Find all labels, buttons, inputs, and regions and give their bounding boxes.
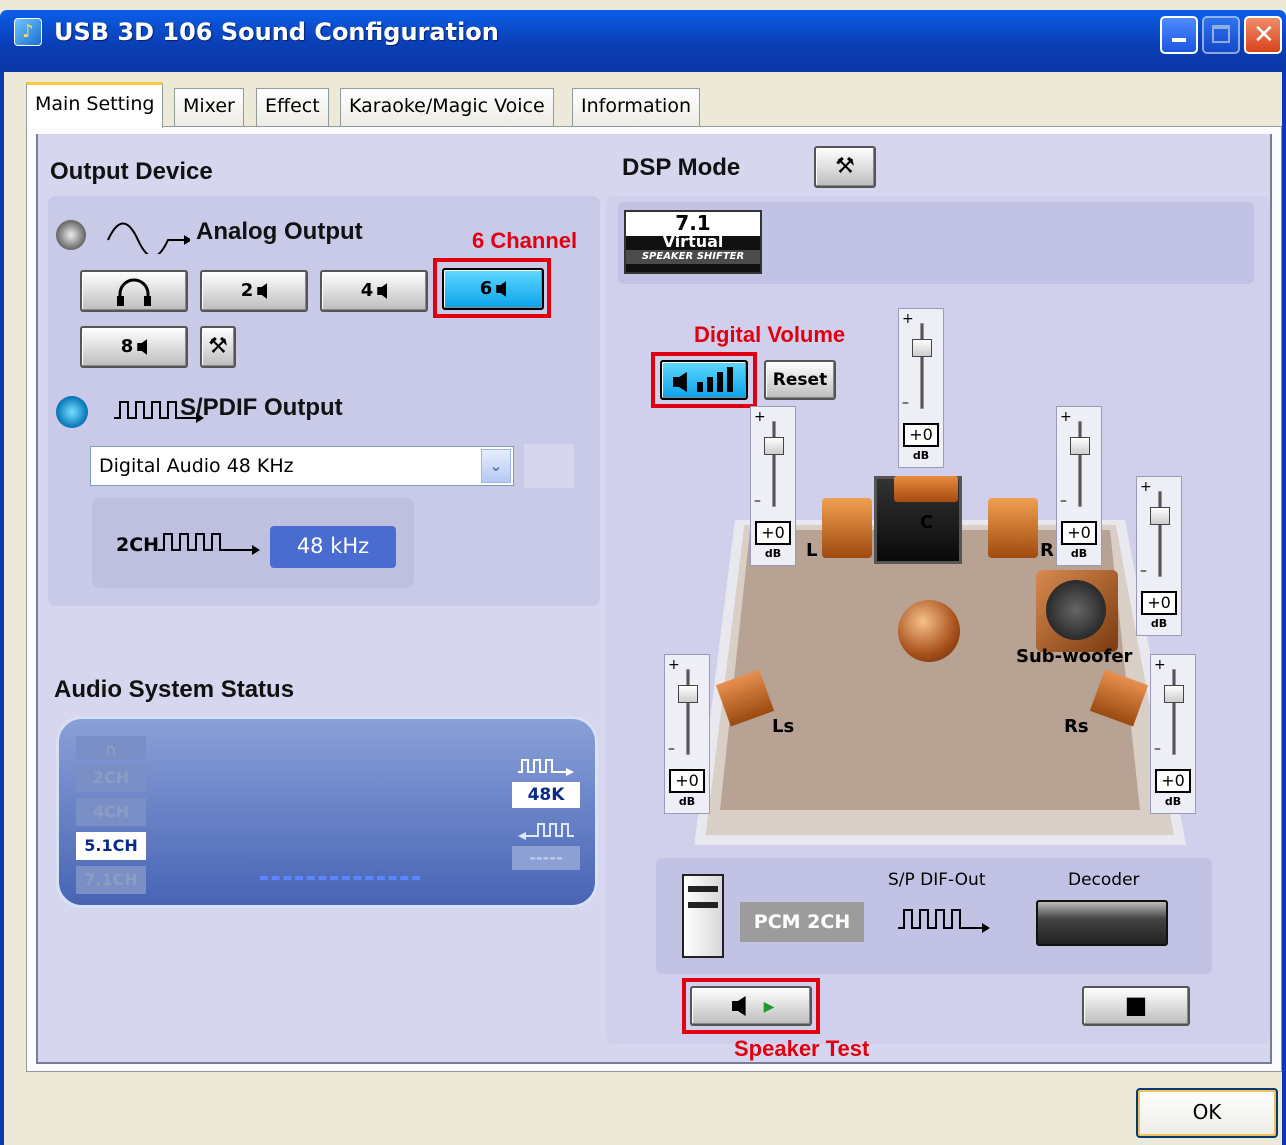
slider-thumb[interactable] — [912, 339, 932, 357]
center-volume-slider[interactable]: + – +0 dB — [898, 308, 944, 468]
speaker-label-sub: Sub-woofer — [1016, 646, 1133, 667]
stop-button[interactable]: ■ — [1082, 986, 1190, 1026]
speaker-label-l: L — [806, 540, 818, 561]
output-device-heading: Output Device — [50, 158, 213, 185]
badge-virtual: Virtual — [662, 232, 724, 251]
badge-shifter: SPEAKER SHIFTER — [626, 250, 760, 264]
close-button[interactable]: ✕ — [1244, 16, 1282, 54]
pc-tower-icon — [682, 874, 724, 958]
headphone-button[interactable] — [80, 270, 188, 312]
badge-number: 7.1 — [675, 211, 711, 235]
spdif-out-label: S/P DIF-Out — [888, 870, 986, 890]
speaker-icon — [56, 220, 86, 250]
analog-wave-icon — [107, 222, 190, 254]
reset-button[interactable]: Reset — [764, 360, 836, 400]
left-surround-volume-slider[interactable]: + – +0 dB — [664, 654, 710, 814]
tab-karaoke[interactable]: Karaoke/Magic Voice — [340, 88, 554, 126]
audio-status-heading: Audio System Status — [54, 676, 295, 703]
status-2ch: 2CH — [76, 764, 146, 792]
speaker-label-ls: Ls — [772, 716, 795, 737]
speaker-icon — [672, 372, 687, 392]
4-channel-button[interactable]: 4 — [320, 270, 428, 312]
tab-mixer[interactable]: Mixer — [174, 88, 244, 126]
status-input-rate: ----- — [512, 846, 580, 870]
right-surround-volume-slider[interactable]: + – +0 dB — [1150, 654, 1196, 814]
spdif-output-label: S/PDIF Output — [180, 394, 343, 421]
slider-thumb[interactable] — [1164, 685, 1184, 703]
six-channel-annotation: 6 Channel — [472, 228, 578, 253]
speaker-icon — [496, 281, 507, 297]
left-speaker-icon — [822, 498, 872, 558]
status-rate: 48K — [512, 782, 580, 808]
spdif-format-value: Digital Audio 48 KHz — [99, 455, 294, 477]
tab-effect[interactable]: Effect — [256, 88, 329, 126]
hammer-settings-button[interactable]: ⚒ — [200, 326, 236, 368]
speaker-test-annotation: Speaker Test — [734, 1036, 870, 1061]
digital-volume-annotation: Digital Volume — [694, 322, 846, 347]
slider-thumb[interactable] — [764, 437, 784, 455]
speaker-icon — [377, 283, 388, 299]
right-volume-slider[interactable]: + – +0 dB — [1056, 406, 1102, 566]
maximize-button[interactable] — [1202, 16, 1240, 54]
output-wave-icon — [518, 759, 574, 776]
minimize-button[interactable] — [1160, 16, 1198, 54]
slider-thumb[interactable] — [678, 685, 698, 703]
analog-output-label: Analog Output — [196, 218, 363, 245]
subwoofer-volume-slider[interactable]: + – +0 dB — [1136, 476, 1182, 636]
slider-thumb[interactable] — [1150, 507, 1170, 525]
tab-information[interactable]: Information — [572, 88, 700, 126]
ok-button[interactable]: OK — [1136, 1088, 1278, 1138]
center-speaker-icon — [894, 476, 958, 502]
2-channel-button[interactable]: 2 — [200, 270, 308, 312]
6-channel-button[interactable]: 6 — [442, 268, 544, 310]
virtual-speaker-shifter-button[interactable]: 7.1 Virtual SPEAKER SHIFTER — [624, 210, 762, 274]
input-wave-icon — [518, 823, 574, 840]
spdif-format-select[interactable]: Digital Audio 48 KHz ⌄ — [90, 446, 514, 486]
spdif-icon — [56, 396, 88, 428]
channel-count-label: 2CH — [116, 534, 160, 556]
pcm-format-label: PCM 2CH — [740, 902, 864, 942]
8-channel-button[interactable]: 8 — [80, 326, 188, 368]
decoder-label: Decoder — [1068, 870, 1140, 890]
tab-main-setting[interactable]: Main Setting — [26, 82, 164, 128]
speaker-label-rs: Rs — [1064, 716, 1089, 737]
dsp-mode-heading: DSP Mode — [622, 154, 741, 181]
status-7-1ch: 7.1CH — [76, 866, 146, 894]
digital-wave-icon — [158, 533, 260, 555]
speaker-label-c: C — [920, 512, 934, 533]
volume-bars-icon — [697, 367, 734, 392]
speaker-icon — [257, 283, 268, 299]
window-title: USB 3D 106 Sound Configuration — [54, 18, 499, 46]
subwoofer-icon — [1036, 570, 1118, 652]
listener-icon — [898, 600, 960, 662]
app-icon: ♪ — [14, 18, 42, 46]
digital-wave-icon — [898, 909, 990, 933]
speaker-icon — [731, 996, 746, 1016]
speaker-icon — [137, 339, 148, 355]
status-4ch: 4CH — [76, 798, 146, 826]
dsp-settings-button[interactable]: ⚒ — [814, 146, 876, 188]
sample-rate-value: 48 kHz — [270, 526, 396, 568]
speaker-test-button[interactable]: ▶ — [690, 986, 812, 1026]
play-icon: ▶ — [763, 999, 775, 1015]
right-speaker-icon — [988, 498, 1038, 558]
status-headphone: ∩ — [76, 736, 146, 760]
digital-volume-button[interactable] — [660, 360, 748, 400]
level-meter — [260, 876, 420, 880]
chevron-down-icon[interactable]: ⌄ — [481, 449, 511, 483]
select-spacer — [524, 444, 574, 488]
slider-thumb[interactable] — [1070, 437, 1090, 455]
speaker-label-r: R — [1040, 540, 1054, 561]
decoder-icon — [1036, 900, 1168, 946]
status-5-1ch: 5.1CH — [76, 832, 146, 860]
left-volume-slider[interactable]: + – +0 dB — [750, 406, 796, 566]
